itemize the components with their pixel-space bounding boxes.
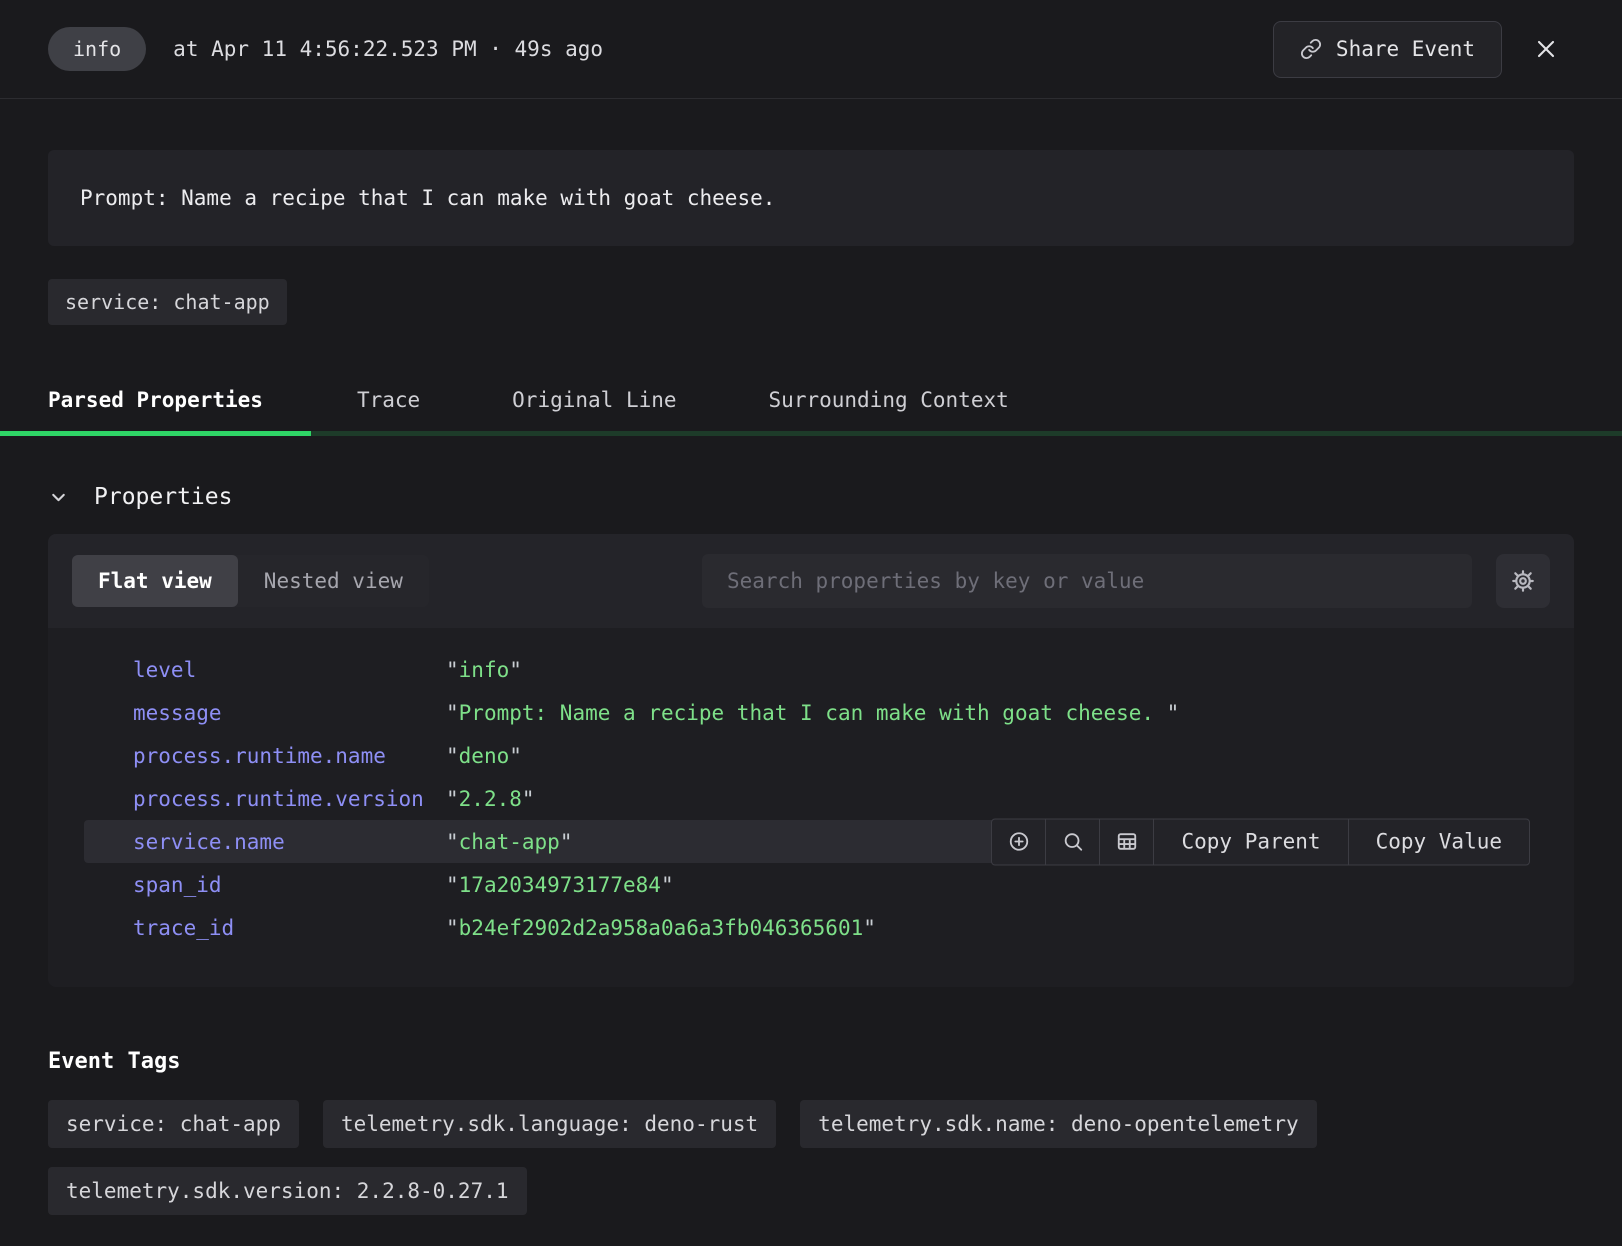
add-filter-button[interactable] [991,818,1046,865]
view-toggle: Flat view Nested view [72,555,429,607]
properties-toolbar: Flat view Nested view [48,534,1574,628]
copy-parent-button[interactable]: Copy Parent [1153,818,1348,865]
property-key: trace_id [133,916,446,940]
share-event-button[interactable]: Share Event [1273,21,1502,78]
close-icon [1532,35,1560,63]
property-key: process.runtime.version [133,787,446,811]
property-row-message[interactable]: message"Prompt: Name a recipe that I can… [84,691,1530,734]
chevron-down-icon [48,487,69,508]
property-value: "deno" [446,744,522,768]
search-properties-input[interactable] [702,554,1472,608]
event-tag[interactable]: telemetry.sdk.language: deno-rust [323,1100,776,1148]
property-value: "2.2.8" [446,787,535,811]
event-header: info at Apr 11 4:56:22.523 PM · 49s ago … [0,0,1622,99]
share-event-label: Share Event [1336,37,1475,61]
event-header-left: info at Apr 11 4:56:22.523 PM · 49s ago [48,27,603,71]
property-value: "17a2034973177e84" [446,873,674,897]
property-row-process.runtime.name[interactable]: process.runtime.name"deno" [84,734,1530,777]
gear-icon [1510,568,1536,594]
properties-settings-button[interactable] [1496,554,1550,608]
level-badge: info [48,27,146,71]
property-row-service.name[interactable]: service.name"chat-app" [84,820,1530,863]
event-tag[interactable]: service: chat-app [48,1100,299,1148]
event-timestamp: at Apr 11 4:56:22.523 PM · 49s ago [173,37,603,61]
search-value-button[interactable] [1045,818,1100,865]
property-row-actions: Copy Parent Copy Value [991,818,1530,865]
tab-parsed-properties[interactable]: Parsed Properties [0,376,311,436]
service-chip[interactable]: service: chat-app [48,279,287,325]
property-key: service.name [133,830,446,854]
property-rows: level"info"message"Prompt: Name a recipe… [48,628,1574,987]
event-message: Prompt: Name a recipe that I can make wi… [48,150,1574,246]
event-tags-list: service: chat-app telemetry.sdk.language:… [48,1100,1574,1215]
property-value: "info" [446,658,522,682]
copy-value-button[interactable]: Copy Value [1348,818,1530,865]
property-value: "Prompt: Name a recipe that I can make w… [446,701,1179,725]
plus-circle-icon [1008,831,1030,853]
property-row-process.runtime.version[interactable]: process.runtime.version"2.2.8" [84,777,1530,820]
property-row-level[interactable]: level"info" [84,648,1530,691]
table-icon [1116,831,1138,853]
property-row-trace_id[interactable]: trace_id"b24ef2902d2a958a0a6a3fb04636560… [84,906,1530,949]
tab-trace[interactable]: Trace [311,376,466,436]
event-tag[interactable]: telemetry.sdk.name: deno-opentelemetry [800,1100,1316,1148]
event-tag[interactable]: telemetry.sdk.version: 2.2.8-0.27.1 [48,1167,527,1215]
flat-view-button[interactable]: Flat view [72,555,238,607]
nested-view-button[interactable]: Nested view [238,555,429,607]
property-value: "chat-app" [446,830,572,854]
property-key: span_id [133,873,446,897]
link-icon [1300,38,1322,60]
tab-surrounding-context[interactable]: Surrounding Context [723,376,1055,436]
property-key: message [133,701,446,725]
property-value: "b24ef2902d2a958a0a6a3fb046365601" [446,916,876,940]
property-key: process.runtime.name [133,744,446,768]
table-column-button[interactable] [1099,818,1154,865]
properties-card: Flat view Nested view level [48,534,1574,987]
event-header-right: Share Event [1273,21,1574,78]
tabs: Parsed PropertiesTraceOriginal LineSurro… [0,376,1622,436]
tab-original-line[interactable]: Original Line [466,376,722,436]
properties-section-header[interactable]: Properties [48,484,1622,510]
search-icon [1062,831,1084,853]
properties-section-title: Properties [94,484,232,510]
property-key: level [133,658,446,682]
close-button[interactable] [1518,21,1574,77]
property-row-span_id[interactable]: span_id"17a2034973177e84" [84,863,1530,906]
event-tags-title: Event Tags [48,1049,1574,1074]
